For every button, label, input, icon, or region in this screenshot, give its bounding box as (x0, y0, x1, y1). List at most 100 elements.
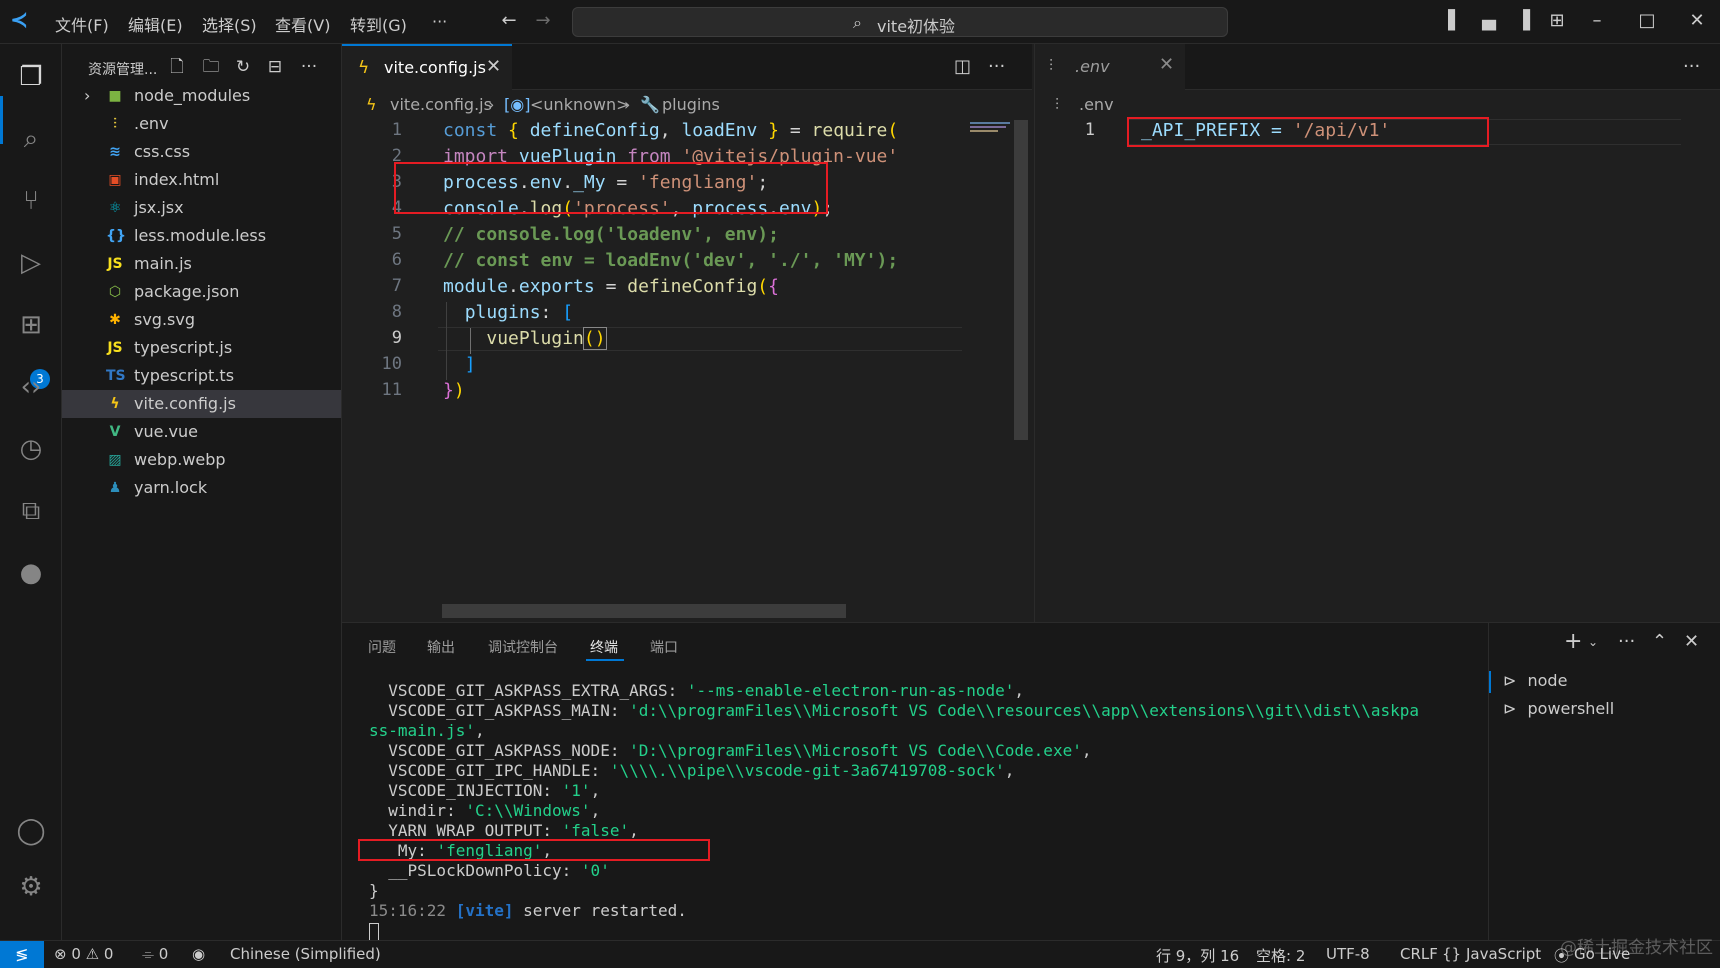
html-icon: ▣ (108, 172, 122, 188)
menu-more[interactable]: ··· (432, 12, 447, 31)
command-center-search[interactable]: ⌕ vite初体验 (572, 7, 1228, 37)
forward-arrow-icon[interactable]: → (532, 10, 554, 32)
tab-debug-console[interactable]: 调试控制台 (488, 637, 558, 657)
remote-indicator-icon[interactable]: ≶ (0, 941, 44, 968)
toggle-secondary-sidebar-icon[interactable]: ▐ (1512, 10, 1534, 32)
language-pack-status[interactable]: Chinese (Simplified) (230, 945, 381, 963)
close-icon[interactable]: ✕ (1159, 54, 1174, 75)
terminal-icon: ⊳ (1503, 671, 1517, 690)
customize-layout-icon[interactable]: ⊞ (1546, 10, 1568, 32)
tree-item-package-json[interactable]: ⬡ package.json (62, 278, 341, 306)
menu-selection[interactable]: 选择(S) (202, 12, 257, 36)
back-arrow-icon[interactable]: ← (498, 10, 520, 32)
tab-env[interactable]: ⫶ .env ✕ (1035, 44, 1185, 90)
run-debug-icon[interactable]: ▷ (14, 246, 48, 280)
code-editor-vite-config[interactable]: 1 2 3 4 5 6 7 8 9 10 11 const { defineCo… (342, 120, 1032, 622)
close-window-icon[interactable]: ✕ (1686, 10, 1708, 32)
minimap[interactable] (966, 120, 1014, 622)
tab-vite-config[interactable]: ϟ vite.config.js ✕ (342, 44, 512, 90)
tree-item-env[interactable]: ⫶ .env (62, 110, 341, 138)
eol-status[interactable]: CRLF (1400, 945, 1438, 963)
close-icon[interactable]: ✕ (486, 56, 501, 77)
accounts-icon[interactable]: ◯ (14, 814, 48, 848)
explorer-icon[interactable]: ❐ (14, 60, 48, 94)
js-icon: JS (107, 256, 123, 272)
code-line: // const env = loadEnv('dev', './', 'MY'… (443, 250, 899, 271)
cursor-position[interactable]: 行 9，列 16 (1156, 945, 1239, 966)
search-view-icon[interactable]: ⌕ (14, 122, 48, 156)
chat-icon[interactable]: ● (14, 556, 48, 590)
code-line: }) (443, 380, 465, 401)
tree-item-node-modules[interactable]: › ■ node_modules (62, 82, 341, 110)
more-actions-icon[interactable]: ··· (298, 56, 320, 78)
toggle-panel-icon[interactable]: ▄ (1478, 10, 1500, 32)
activity-bar: ❐ ⌕ ⑂ ▷ ⊞ 3 ‹› ◷ ⧉ ● ◯ ⚙ (0, 44, 62, 940)
vertical-scrollbar[interactable] (1014, 120, 1028, 440)
vscode-logo-icon: ≺ (10, 8, 29, 33)
line-number: 10 (381, 354, 402, 374)
collapse-all-icon[interactable]: ⊟ (264, 56, 286, 78)
tree-item-svg[interactable]: ✱ svg.svg (62, 306, 341, 334)
tree-item-webp[interactable]: ▨ webp.webp (62, 446, 341, 474)
editor-more-icon[interactable]: ··· (988, 56, 1005, 77)
tree-item-vue[interactable]: V vue.vue (62, 418, 341, 446)
code-line: ] (464, 354, 476, 375)
tree-item-typescript-ts[interactable]: TS typescript.ts (62, 362, 341, 390)
terminal-item-node[interactable]: ⊳ node (1503, 671, 1567, 690)
breadcrumb-plugins[interactable]: plugins (662, 95, 720, 114)
remote-explorer-icon[interactable]: ‹› (14, 370, 48, 404)
horizontal-scrollbar[interactable] (442, 604, 846, 618)
terminal-line: } (369, 881, 379, 900)
ports-status[interactable]: ⌯ 0 (142, 945, 168, 963)
encoding-status[interactable]: UTF-8 (1326, 945, 1370, 963)
line-number: 1 (391, 120, 402, 140)
breadcrumb-symbol[interactable]: <unknown> (530, 95, 630, 114)
env-icon: ⫶ (1049, 56, 1054, 75)
tab-problems[interactable]: 问题 (368, 637, 396, 657)
indentation-status[interactable]: 空格: 2 (1256, 945, 1305, 966)
tab-output[interactable]: 输出 (427, 637, 455, 657)
title-bar: ≺ 文件(F) 编辑(E) 选择(S) 查看(V) 转到(G) ··· ← → … (0, 0, 1720, 44)
toggle-primary-sidebar-icon[interactable]: ▌ (1444, 10, 1466, 32)
new-file-icon[interactable]: 🗋 (166, 56, 188, 78)
tree-item-css[interactable]: ≋ css.css (62, 138, 341, 166)
tree-item-yarn-lock[interactable]: ♟ yarn.lock (62, 474, 341, 502)
refresh-icon[interactable]: ↻ (232, 56, 254, 78)
editor-tabs-right: ⫶ .env ✕ ··· (1034, 44, 1720, 90)
language-mode[interactable]: JavaScript (1466, 945, 1541, 963)
branch-view-icon[interactable]: ⧉ (14, 494, 48, 528)
tree-item-index-html[interactable]: ▣ index.html (62, 166, 341, 194)
editor-more-icon[interactable]: ··· (1683, 56, 1700, 77)
menu-file[interactable]: 文件(F) (55, 12, 109, 36)
tab-terminal[interactable]: 终端 (590, 637, 618, 657)
braces-icon: {} (1442, 945, 1462, 963)
menu-view[interactable]: 查看(V) (275, 12, 330, 36)
source-control-icon[interactable]: ⑂ (14, 184, 48, 218)
menu-go[interactable]: 转到(G) (350, 12, 407, 36)
split-editor-icon[interactable]: ◫ (954, 56, 971, 77)
tree-item-main-js[interactable]: JS main.js (62, 250, 341, 278)
code-editor-env[interactable]: 1 _API_PREFIX = '/api/v1' (1034, 117, 1720, 622)
minimize-window-icon[interactable]: – (1586, 10, 1608, 32)
image-icon: ▨ (108, 452, 122, 468)
tree-item-jsx[interactable]: ⚛ jsx.jsx (62, 194, 341, 222)
terminal-output[interactable]: VSCODE_GIT_ASKPASS_EXTRA_ARGS: '--ms-ena… (342, 681, 1488, 941)
settings-gear-icon[interactable]: ⚙ (14, 870, 48, 904)
terminal-item-powershell[interactable]: ⊳ powershell (1503, 699, 1614, 718)
tree-item-vite-config[interactable]: ϟ vite.config.js (62, 390, 341, 418)
active-indicator (0, 96, 3, 144)
breadcrumb-file[interactable]: .env (1079, 95, 1114, 114)
tree-item-less[interactable]: {} less.module.less (62, 222, 341, 250)
maximize-window-icon[interactable]: □ (1636, 10, 1658, 32)
breadcrumb: ⫶ .env (1034, 90, 1720, 120)
env-icon: ⫶ (1055, 95, 1060, 114)
extensions-icon[interactable]: ⊞ (14, 308, 48, 342)
timeline-icon[interactable]: ◷ (14, 432, 48, 466)
eye-icon[interactable]: ◉ (192, 945, 205, 963)
tab-ports[interactable]: 端口 (650, 637, 678, 657)
menu-edit[interactable]: 编辑(E) (128, 12, 183, 36)
breadcrumb-file[interactable]: vite.config.js (390, 95, 492, 114)
new-folder-icon[interactable]: 🗀 (200, 56, 222, 78)
tree-item-typescript-js[interactable]: JS typescript.js (62, 334, 341, 362)
problems-status[interactable]: ⊗ 0 ⚠ 0 (54, 945, 113, 963)
